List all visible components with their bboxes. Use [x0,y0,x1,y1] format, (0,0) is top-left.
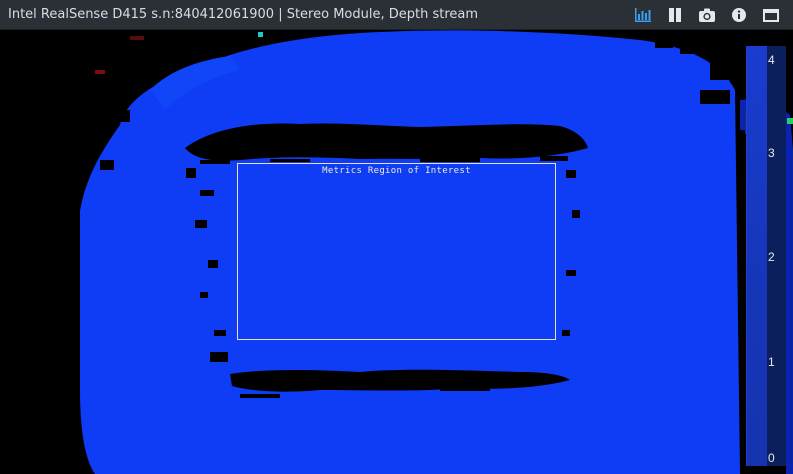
info-icon [732,8,746,22]
metrics-roi-box[interactable]: Metrics Region of Interest [237,163,556,340]
stream-toolbar [627,0,787,30]
depth-stream-viewport[interactable]: Metrics Region of Interest 4 3 2 1 0 [0,30,793,474]
info-button[interactable] [723,0,755,30]
scale-tick-2: 2 [768,250,775,264]
maximize-icon [763,8,779,22]
snapshot-button[interactable] [691,0,723,30]
roi-label: Metrics Region of Interest [322,166,471,176]
stream-title: Intel RealSense D415 s.n:840412061900 | … [8,7,479,22]
scale-tick-0: 0 [768,451,775,465]
depth-scale-gradient [747,46,767,466]
stream-title-bar: Intel RealSense D415 s.n:840412061900 | … [0,0,793,30]
scale-tick-1: 1 [768,355,775,369]
scale-tick-3: 3 [768,146,775,160]
pause-icon [669,8,681,22]
camera-icon [699,8,715,22]
metrics-icon [635,8,651,22]
maximize-button[interactable] [755,0,787,30]
depth-scale-bar [746,46,786,466]
pause-button[interactable] [659,0,691,30]
scale-tick-4: 4 [768,53,775,67]
metrics-button[interactable] [627,0,659,30]
